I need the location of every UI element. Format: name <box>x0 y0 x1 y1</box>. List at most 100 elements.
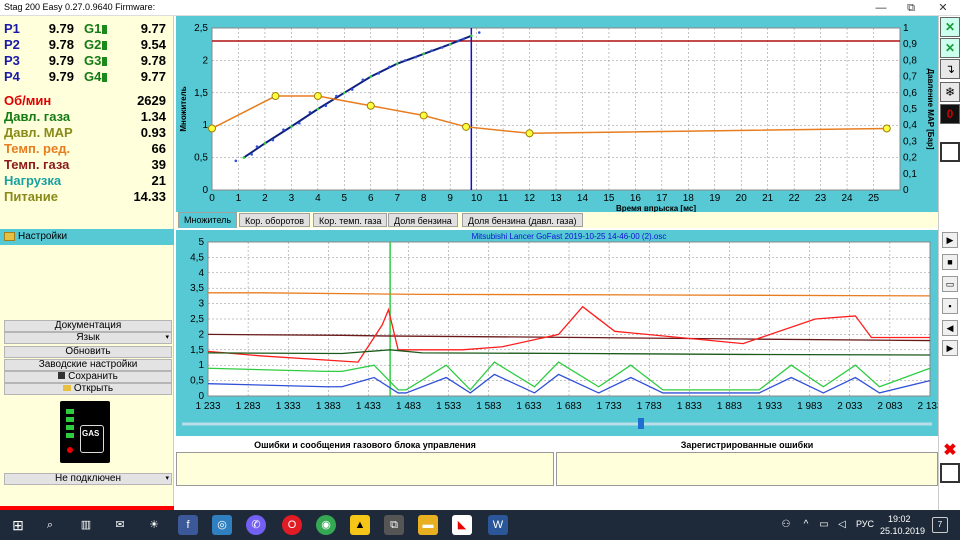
chrome-icon[interactable]: ◉ <box>316 515 336 535</box>
map-point <box>525 129 534 138</box>
open-button[interactable]: Открыть <box>4 383 172 395</box>
minimize-button[interactable]: — <box>866 0 896 16</box>
gas-level-bar <box>66 409 74 414</box>
play-icon[interactable]: ▶ <box>942 232 958 248</box>
x-tick-label: 1 283 <box>236 401 261 412</box>
y2-tick-label: 0,4 <box>903 120 917 131</box>
app-icon[interactable]: ▲ <box>350 515 370 535</box>
refresh-button[interactable]: Обновить <box>4 346 172 358</box>
documentation-button[interactable]: Документация <box>4 320 172 332</box>
data-point <box>462 37 465 41</box>
sensor-label: Питание <box>4 189 59 204</box>
data-point <box>255 145 259 148</box>
g-label: G4 <box>84 69 108 85</box>
disconnect-icon[interactable]: ✕ <box>940 38 960 58</box>
save-file-icon[interactable]: ▪ <box>942 298 958 314</box>
sensor-row: Темп. ред. 66 <box>4 141 170 157</box>
x-tick-label: 1 783 <box>637 401 662 412</box>
tab-multiplier[interactable]: Множитель <box>178 212 238 228</box>
data-point <box>422 52 425 56</box>
open-label: Открыть <box>73 383 114 394</box>
stag-app-icon[interactable]: ◣ <box>452 515 472 535</box>
g-value: 9.77 <box>140 21 166 36</box>
data-point <box>430 49 433 52</box>
tab-petrol-share[interactable]: Доля бензина <box>388 213 458 227</box>
tab-gas-temp-correction[interactable]: Кор. темп. газа <box>313 213 388 227</box>
errors-list[interactable] <box>176 452 554 486</box>
x-tick-label: 6 <box>368 193 374 204</box>
restore-button[interactable]: ⧉ <box>896 0 926 16</box>
sensor-row: Нагрузка 21 <box>4 173 170 189</box>
opera-icon[interactable]: O <box>282 515 302 535</box>
x-tick-label: 18 <box>683 193 695 204</box>
factory-settings-button[interactable]: Заводские настройки <box>4 359 172 371</box>
scroll-thumb[interactable] <box>638 418 644 429</box>
windows-start-icon[interactable]: ⊞ <box>8 515 28 535</box>
x-tick-label: 1 <box>236 193 242 204</box>
clock-time[interactable]: 19:02 <box>888 514 911 524</box>
store-icon[interactable]: ⧉ <box>384 515 404 535</box>
notification-icon[interactable]: 7 <box>932 517 948 533</box>
connect-icon[interactable]: ✕ <box>940 17 960 37</box>
instagram-icon[interactable]: ◎ <box>212 515 232 535</box>
people-icon[interactable]: ⚇ <box>776 515 796 535</box>
mail-icon[interactable]: ✉ <box>110 515 130 535</box>
y-tick-label: 4 <box>198 268 204 279</box>
oscilloscope-chart[interactable]: Mitsubishi Lancer GoFast 2019-10-25 14-4… <box>176 230 943 436</box>
network-icon[interactable]: ▭ <box>814 515 834 535</box>
oscilloscope-panel: Mitsubishi Lancer GoFast 2019-10-25 14-4… <box>176 230 943 436</box>
clear-errors-icon[interactable]: ✖ <box>940 442 960 462</box>
x-tick-label: 17 <box>656 193 668 204</box>
square-button-icon[interactable] <box>940 463 960 483</box>
g-label: G3 <box>84 53 108 69</box>
prev-icon[interactable]: ◀ <box>942 320 958 336</box>
x-tick-label: 7 <box>394 193 400 204</box>
search-icon[interactable]: ⌕ <box>40 515 60 535</box>
next-icon[interactable]: ▶ <box>942 340 958 356</box>
p-value: 9.79 <box>48 53 74 68</box>
y-tick-label: 2 <box>198 329 204 340</box>
data-point <box>335 94 338 98</box>
y2-tick-label: 0,5 <box>903 104 917 115</box>
sensor-row: Давл. MAP 0.93 <box>4 125 170 141</box>
registered-errors-list[interactable] <box>556 452 938 486</box>
language-indicator[interactable]: РУС <box>856 519 874 529</box>
title-bar: Stag 200 Easy 0.27.0.9640 Firmware: — ⧉ … <box>0 0 960 16</box>
x-tick-label: 14 <box>577 193 589 204</box>
file-explorer-icon[interactable]: ▬ <box>418 515 438 535</box>
save-button[interactable]: Сохранить <box>4 371 172 383</box>
language-select[interactable]: Язык ▾ <box>4 332 172 344</box>
open-folder-icon <box>62 385 71 391</box>
settings-header[interactable]: Настройки <box>0 229 174 245</box>
connection-select[interactable]: Не подключен ▾ <box>4 473 172 485</box>
x-tick-label: 5 <box>342 193 348 204</box>
weather-icon[interactable]: ☀ <box>144 515 164 535</box>
g-label: G2 <box>84 37 108 53</box>
sensor-value: 0.93 <box>140 125 166 140</box>
tray-up-icon[interactable]: ^ <box>796 515 816 535</box>
oscilloscope-title: Mitsubishi Lancer GoFast 2019-10-25 14-4… <box>472 232 667 241</box>
open-file-icon[interactable]: ▭ <box>942 276 958 292</box>
snowflake-icon[interactable]: ❄ <box>940 82 960 102</box>
gas-level-bar <box>66 417 74 422</box>
close-button[interactable]: ✕ <box>928 0 958 16</box>
multiplier-chart[interactable]: 0 1 2 3 4 5 6 7 8 9 10 11 12 13 14 15 16 17 18 19 20 21 22 23 24… <box>176 16 938 213</box>
y-tick-label: 1 <box>198 360 204 371</box>
p-label: P3 <box>4 53 20 68</box>
viber-icon[interactable]: ✆ <box>246 515 266 535</box>
stop-icon[interactable]: ■ <box>942 254 958 270</box>
sensor-label: Давл. MAP <box>4 125 73 140</box>
volume-icon[interactable]: ◁ <box>832 515 852 535</box>
tab-rpm-correction[interactable]: Кор. оборотов <box>239 213 311 227</box>
x-tick-label: 1 683 <box>556 401 581 412</box>
task-view-icon[interactable]: ▥ <box>76 515 96 535</box>
x-tick-label: 24 <box>842 193 854 204</box>
clock-date[interactable]: 25.10.2019 <box>880 526 925 536</box>
x-tick-label: 16 <box>630 193 642 204</box>
facebook-icon[interactable]: f <box>178 515 198 535</box>
data-point <box>316 107 320 111</box>
fit-window-icon[interactable]: ↴ <box>940 59 960 79</box>
word-icon[interactable]: W <box>488 515 508 535</box>
tab-petrol-share-gas-pressure[interactable]: Доля бензина (давл. газа) <box>462 213 583 227</box>
square-button-icon[interactable] <box>940 142 960 162</box>
